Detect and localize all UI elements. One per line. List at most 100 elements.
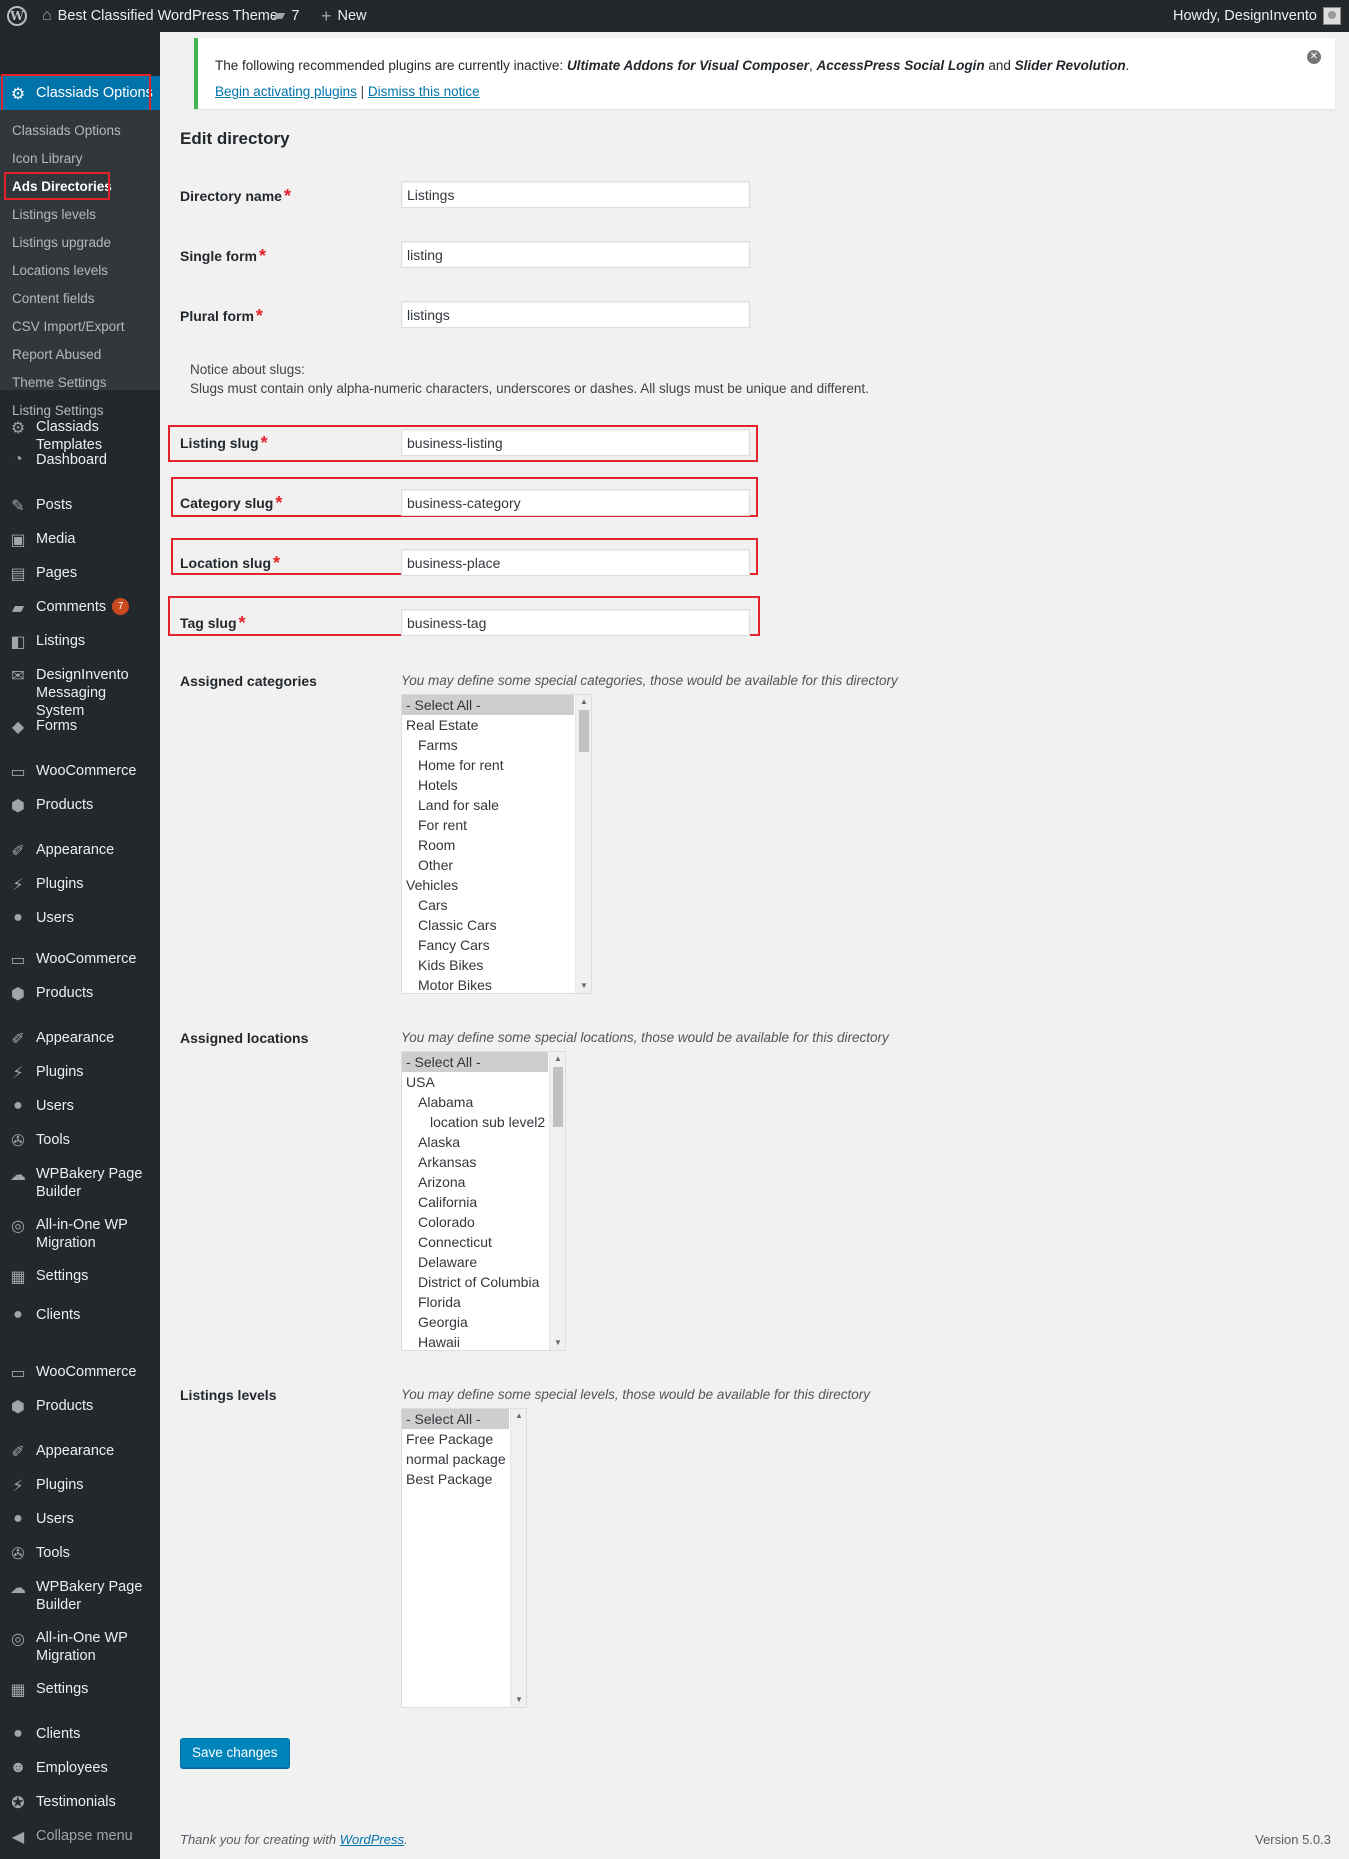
sidebar-item-plugins[interactable]: ⚡ Plugins: [0, 875, 160, 895]
new-content-link[interactable]: + New: [321, 0, 367, 32]
sidebar-item-dashboard[interactable]: ◔ Dashboard: [0, 451, 160, 469]
dismiss-notice-link[interactable]: Dismiss this notice: [368, 84, 480, 99]
select-option[interactable]: Land for sale: [402, 795, 574, 815]
submenu-item-report-abused[interactable]: Report Abused: [12, 346, 101, 364]
site-name-link[interactable]: ⌂ Best Classified WordPress Theme: [42, 0, 278, 32]
sidebar-item-posts[interactable]: ✎ Posts: [0, 496, 160, 516]
sidebar-item-wpbakery-page-builder[interactable]: ☁ WPBakery Page Builder: [0, 1165, 160, 1201]
sidebar-item-plugins[interactable]: ⚡ Plugins: [0, 1063, 160, 1083]
plural-form-input[interactable]: [401, 301, 750, 328]
sidebar-item-testimonials[interactable]: ✪ Testimonials: [0, 1793, 160, 1813]
scroll-down-icon[interactable]: ▼: [550, 1336, 565, 1350]
categories-select[interactable]: - Select All - Real Estate Farms Home for r…: [401, 694, 592, 994]
select-option[interactable]: Home for rent: [402, 755, 574, 775]
select-option[interactable]: Delaware: [402, 1252, 548, 1272]
submenu-item-listings-upgrade[interactable]: Listings upgrade: [12, 234, 111, 252]
select-option[interactable]: Fancy Cars: [402, 935, 574, 955]
select-option[interactable]: Cars: [402, 895, 574, 915]
sidebar-item-designinvento-messaging-system[interactable]: ✉ DesignInvento Messaging System: [0, 666, 160, 720]
submenu-item-classiads-options[interactable]: Classiads Options: [12, 122, 121, 140]
locations-select[interactable]: - Select All - USA Alabama location sub lev…: [401, 1051, 566, 1351]
select-option[interactable]: Alabama: [402, 1092, 548, 1112]
select-option[interactable]: - Select All -: [402, 1052, 548, 1072]
sidebar-item-tools[interactable]: ✇ Tools: [0, 1131, 160, 1151]
scroll-thumb[interactable]: [579, 710, 589, 752]
select-option[interactable]: Free Package: [402, 1429, 509, 1449]
sidebar-item-plugins[interactable]: ⚡ Plugins: [0, 1476, 160, 1496]
select-option[interactable]: Kids Bikes: [402, 955, 574, 975]
location-slug-input[interactable]: [401, 549, 750, 576]
select-option[interactable]: - Select All -: [402, 695, 574, 715]
sidebar-item-users[interactable]: ● Users: [0, 1097, 160, 1115]
select-option[interactable]: Hotels: [402, 775, 574, 795]
select-option[interactable]: Colorado: [402, 1212, 548, 1232]
select-option[interactable]: Best Package: [402, 1469, 509, 1489]
my-account-link[interactable]: Howdy, DesignInvento: [1173, 0, 1341, 32]
sidebar-item-comments[interactable]: ▰ Comments 7: [0, 598, 160, 618]
levels-select[interactable]: - Select All - Free Package normal package…: [401, 1408, 527, 1708]
save-changes-button[interactable]: Save changes: [180, 1738, 290, 1768]
select-option[interactable]: District of Columbia: [402, 1272, 548, 1292]
scroll-down-icon[interactable]: ▼: [511, 1693, 526, 1707]
select-option[interactable]: Georgia: [402, 1312, 548, 1332]
sidebar-item-appearance[interactable]: ✐ Appearance: [0, 1029, 160, 1049]
select-option[interactable]: Alaska: [402, 1132, 548, 1152]
select-option[interactable]: Arizona: [402, 1172, 548, 1192]
select-option[interactable]: Other: [402, 855, 574, 875]
listing-slug-input[interactable]: [401, 429, 750, 456]
scroll-up-icon[interactable]: ▲: [576, 695, 591, 709]
select-option[interactable]: Florida: [402, 1292, 548, 1312]
select-option[interactable]: Classic Cars: [402, 915, 574, 935]
scrollbar[interactable]: ▲ ▼: [575, 695, 591, 993]
sidebar-item-settings[interactable]: ▦ Settings: [0, 1680, 160, 1700]
select-option[interactable]: normal package: [402, 1449, 509, 1469]
sidebar-item-appearance[interactable]: ✐ Appearance: [0, 841, 160, 861]
sidebar-item-woocommerce[interactable]: ▭ WooCommerce: [0, 1363, 160, 1383]
submenu-item-icon-library[interactable]: Icon Library: [12, 150, 83, 168]
sidebar-item-clients[interactable]: ● Clients: [0, 1725, 160, 1743]
sidebar-item-forms[interactable]: ◆ Forms: [0, 717, 160, 737]
sidebar-item-media[interactable]: ▣ Media: [0, 530, 160, 550]
sidebar-item-classiads-templates[interactable]: ⚙ Classiads Templates: [0, 418, 160, 454]
select-option[interactable]: - Select All -: [402, 1409, 509, 1429]
sidebar-item-wpbakery-page-builder[interactable]: ☁ WPBakery Page Builder: [0, 1578, 160, 1614]
scroll-down-icon[interactable]: ▼: [576, 979, 591, 993]
category-slug-input[interactable]: [401, 489, 750, 516]
sidebar-item-products[interactable]: ⬢ Products: [0, 1397, 160, 1417]
sidebar-item-collapse-menu[interactable]: ◀ Collapse menu: [0, 1827, 160, 1847]
begin-activating-link[interactable]: Begin activating plugins: [215, 84, 357, 99]
submenu-item-csv-import-export[interactable]: CSV Import/Export: [12, 318, 125, 336]
directory-name-input[interactable]: [401, 181, 750, 208]
scrollbar[interactable]: ▲ ▼: [549, 1052, 565, 1350]
select-option[interactable]: USA: [402, 1072, 548, 1092]
sidebar-item-woocommerce[interactable]: ▭ WooCommerce: [0, 950, 160, 970]
select-option[interactable]: Real Estate: [402, 715, 574, 735]
submenu-item-listings-levels[interactable]: Listings levels: [12, 206, 96, 224]
select-option[interactable]: Connecticut: [402, 1232, 548, 1252]
select-option[interactable]: Arkansas: [402, 1152, 548, 1172]
close-icon[interactable]: ✕: [1307, 50, 1321, 64]
select-option[interactable]: Vehicles: [402, 875, 574, 895]
sidebar-item-products[interactable]: ⬢ Products: [0, 796, 160, 816]
select-option[interactable]: For rent: [402, 815, 574, 835]
sidebar-item-appearance[interactable]: ✐ Appearance: [0, 1442, 160, 1462]
sidebar-item-clients[interactable]: ● Clients: [0, 1306, 160, 1324]
select-option[interactable]: Motor Bikes: [402, 975, 574, 993]
sidebar-item-all-in-one-wp-migration[interactable]: ◎ All-in-One WP Migration: [0, 1216, 160, 1252]
sidebar-item-settings[interactable]: ▦ Settings: [0, 1267, 160, 1287]
select-option[interactable]: Room: [402, 835, 574, 855]
scroll-thumb[interactable]: [553, 1067, 563, 1127]
sidebar-item-users[interactable]: ● Users: [0, 1510, 160, 1528]
scrollbar[interactable]: ▲ ▼: [510, 1409, 526, 1707]
single-form-input[interactable]: [401, 241, 750, 268]
sidebar-item-woocommerce[interactable]: ▭ WooCommerce: [0, 762, 160, 782]
sidebar-item-tools[interactable]: ✇ Tools: [0, 1544, 160, 1564]
sidebar-item-employees[interactable]: ☻ Employees: [0, 1759, 160, 1777]
select-option[interactable]: Hawaii: [402, 1332, 548, 1350]
sidebar-item-users[interactable]: ● Users: [0, 909, 160, 927]
select-option[interactable]: location sub level2: [402, 1112, 548, 1132]
sidebar-item-products[interactable]: ⬢ Products: [0, 984, 160, 1004]
wordpress-link[interactable]: WordPress: [340, 1832, 404, 1847]
sidebar-item-all-in-one-wp-migration[interactable]: ◎ All-in-One WP Migration: [0, 1629, 160, 1665]
comments-link[interactable]: ▰ 7: [273, 0, 299, 32]
